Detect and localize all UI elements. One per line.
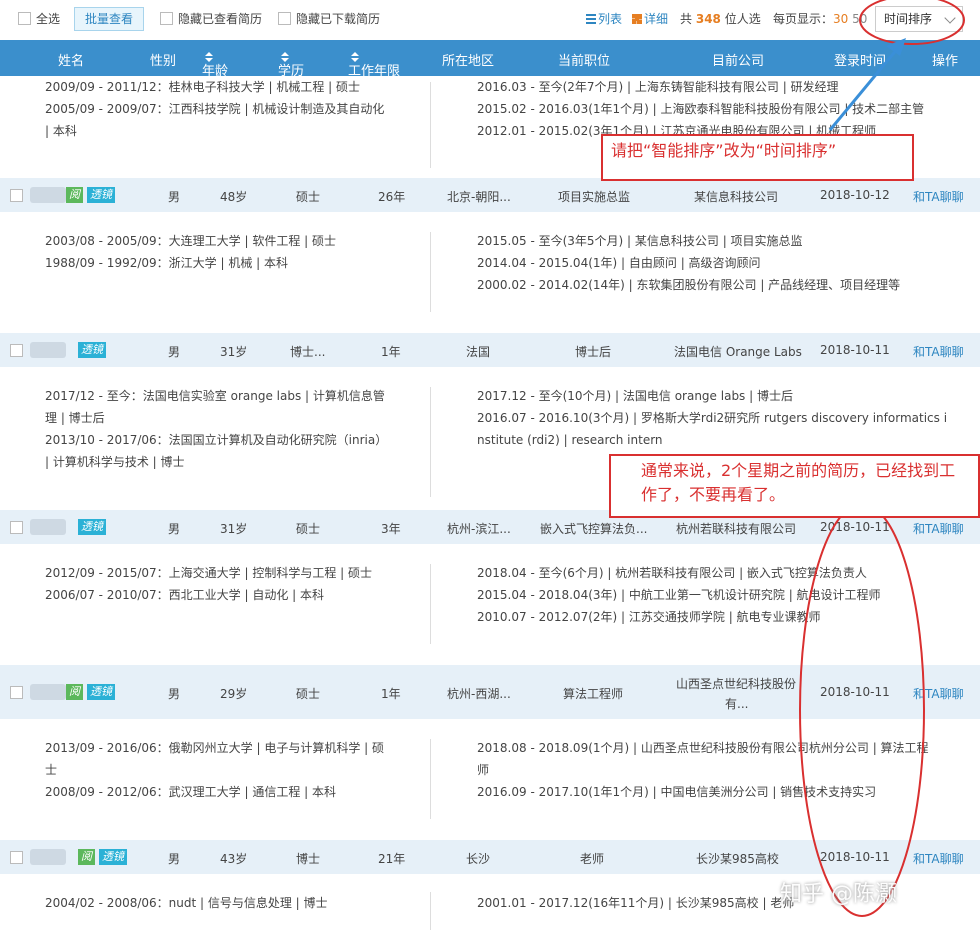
row-checkbox[interactable] [10,521,23,534]
work-history: 2018.08 - 2018.09(1个月) | 山西圣点世纪科技股份有限公司杭… [477,741,929,799]
name-redacted [30,342,66,358]
toolbar: 全选 批量查看 隐藏已查看简历 隐藏已下载简历 列表 详细 共 348 位人选 … [0,0,980,38]
sort-value: 时间排序 [884,12,933,26]
detail-view-link[interactable]: 详细 [632,10,668,27]
lens-badge[interactable]: 透镜 [99,849,127,865]
per-page-30[interactable]: 30 [833,12,848,26]
list-view-link[interactable]: 列表 [586,10,622,27]
select-all-label: 全选 [36,12,61,26]
resume-detail: 2003/08 - 2005/09：大连理工大学 | 软件工程 | 硕士 1988… [0,212,980,332]
select-all-checkbox[interactable] [18,12,31,25]
col-age[interactable]: 年龄 [202,50,228,79]
chat-link[interactable]: 和TA聊聊 [913,343,964,360]
work-history: 2017.12 - 至今(10个月) | 法国电信 orange labs | … [477,389,948,447]
chat-link[interactable]: 和TA聊聊 [913,850,964,867]
name-redacted [30,519,66,535]
chat-link[interactable]: 和TA聊聊 [913,685,964,702]
view-mode-switch: 列表 详细 [586,10,668,27]
sort-icon [205,52,213,62]
hide-viewed-checkbox[interactable] [160,12,173,25]
grid-icon [632,14,643,24]
lens-badge[interactable]: 透镜 [87,187,115,203]
table-row[interactable]: 阅 透镜 男 48岁 硕士 26年 北京-朝阳... 项目实施总监 某信息科技公… [0,178,980,212]
hide-viewed-label: 隐藏已查看简历 [178,12,263,26]
chat-link[interactable]: 和TA聊聊 [913,520,964,537]
table-row[interactable]: 阅 透镜 男 43岁 博士 21年 长沙 老师 长沙某985高校 2018-10… [0,840,980,874]
watermark: 知乎 @陈灏 [780,882,897,907]
chat-link[interactable]: 和TA聊聊 [913,188,964,205]
select-all[interactable]: 全选 [18,10,60,27]
col-education[interactable]: 学历 [278,50,304,79]
name-redacted [30,187,66,203]
row-checkbox[interactable] [10,189,23,202]
work-history: 2018.04 - 至今(6个月) | 杭州若联科技有限公司 | 嵌入式飞控算法… [477,566,881,624]
education-history: 2004/02 - 2008/06：nudt | 信号与信息处理 | 博士 [45,896,328,910]
list-icon [586,14,596,24]
col-action: 操作 [932,54,959,69]
col-location: 所在地区 [442,54,495,69]
chevron-down-icon [944,12,956,24]
hide-downloaded-checkbox[interactable] [278,12,291,25]
education-history: 2009/09 - 2011/12：桂林电子科技大学 | 机械工程 | 硕士 20… [45,80,385,138]
col-work-years[interactable]: 工作年限 [348,50,400,79]
education-history: 2003/08 - 2005/09：大连理工大学 | 软件工程 | 硕士 1988… [45,234,337,270]
col-gender: 性别 [150,54,177,69]
per-page-50[interactable]: 50 [852,12,867,26]
table-header: 姓名 性别 年龄 学历 工作年限 所在地区 当前职位 目前公司 登录时间 操作 [0,40,980,79]
name-redacted [30,849,66,865]
education-history: 2012/09 - 2015/07：上海交通大学 | 控制科学与工程 | 硕士 2… [45,566,373,602]
table-row[interactable]: 透镜 男 31岁 博士... 1年 法国 博士后 法国电信 Orange Lab… [0,333,980,367]
education-history: 2013/09 - 2016/06：俄勒冈州立大学 | 电子与计算机科学 | 硕… [45,741,385,799]
read-badge: 阅 [66,684,83,700]
table-row[interactable]: 阅 透镜 男 29岁 硕士 1年 杭州-西湖... 算法工程师 山西圣点世纪科技… [0,665,980,719]
work-history: 2001.01 - 2017.12(16年11个月) | 长沙某985高校 | … [477,896,795,910]
row-checkbox[interactable] [10,344,23,357]
name-redacted [30,684,66,700]
old-resume-annotation: 通常来说，2个星期之前的简历，已经找到工作了，不要再看了。 [609,454,980,518]
batch-view-button[interactable]: 批量查看 [74,7,145,31]
row-checkbox[interactable] [10,851,23,864]
col-company: 目前公司 [712,54,765,69]
read-badge: 阅 [66,187,83,203]
sort-dropdown[interactable]: 时间排序 [875,6,963,32]
sort-icon [351,52,359,62]
col-login-time: 登录时间 [834,54,887,69]
education-history: 2017/12 - 至今：法国电信实验室 orange labs | 计算机信息… [45,389,388,469]
resume-detail: 2013/09 - 2016/06：俄勒冈州立大学 | 电子与计算机科学 | 硕… [0,719,980,840]
work-history: 2016.03 - 至今(2年7个月) | 上海东铸智能科技有限公司 | 研发经… [477,80,925,138]
sort-annotation: 请把“智能排序”改为“时间排序” [601,134,914,181]
per-page: 每页显示：30 50 [773,12,868,26]
row-checkbox[interactable] [10,686,23,699]
resume-detail: 2012/09 - 2015/07：上海交通大学 | 控制科学与工程 | 硕士 2… [0,544,980,664]
sort-icon [281,52,289,62]
work-history: 2015.05 - 至今(3年5个月) | 某信息科技公司 | 项目实施总监 20… [477,234,901,292]
hide-downloaded-toggle[interactable]: 隐藏已下载简历 [278,10,380,27]
col-current-position: 当前职位 [558,54,611,69]
lens-badge[interactable]: 透镜 [87,684,115,700]
read-badge: 阅 [78,849,95,865]
hide-downloaded-label: 隐藏已下载简历 [296,12,381,26]
col-name: 姓名 [58,54,85,69]
total-count: 共 348 位人选 [680,12,761,26]
lens-badge[interactable]: 透镜 [78,519,106,535]
hide-viewed-toggle[interactable]: 隐藏已查看简历 [160,10,262,27]
lens-badge[interactable]: 透镜 [78,342,106,358]
